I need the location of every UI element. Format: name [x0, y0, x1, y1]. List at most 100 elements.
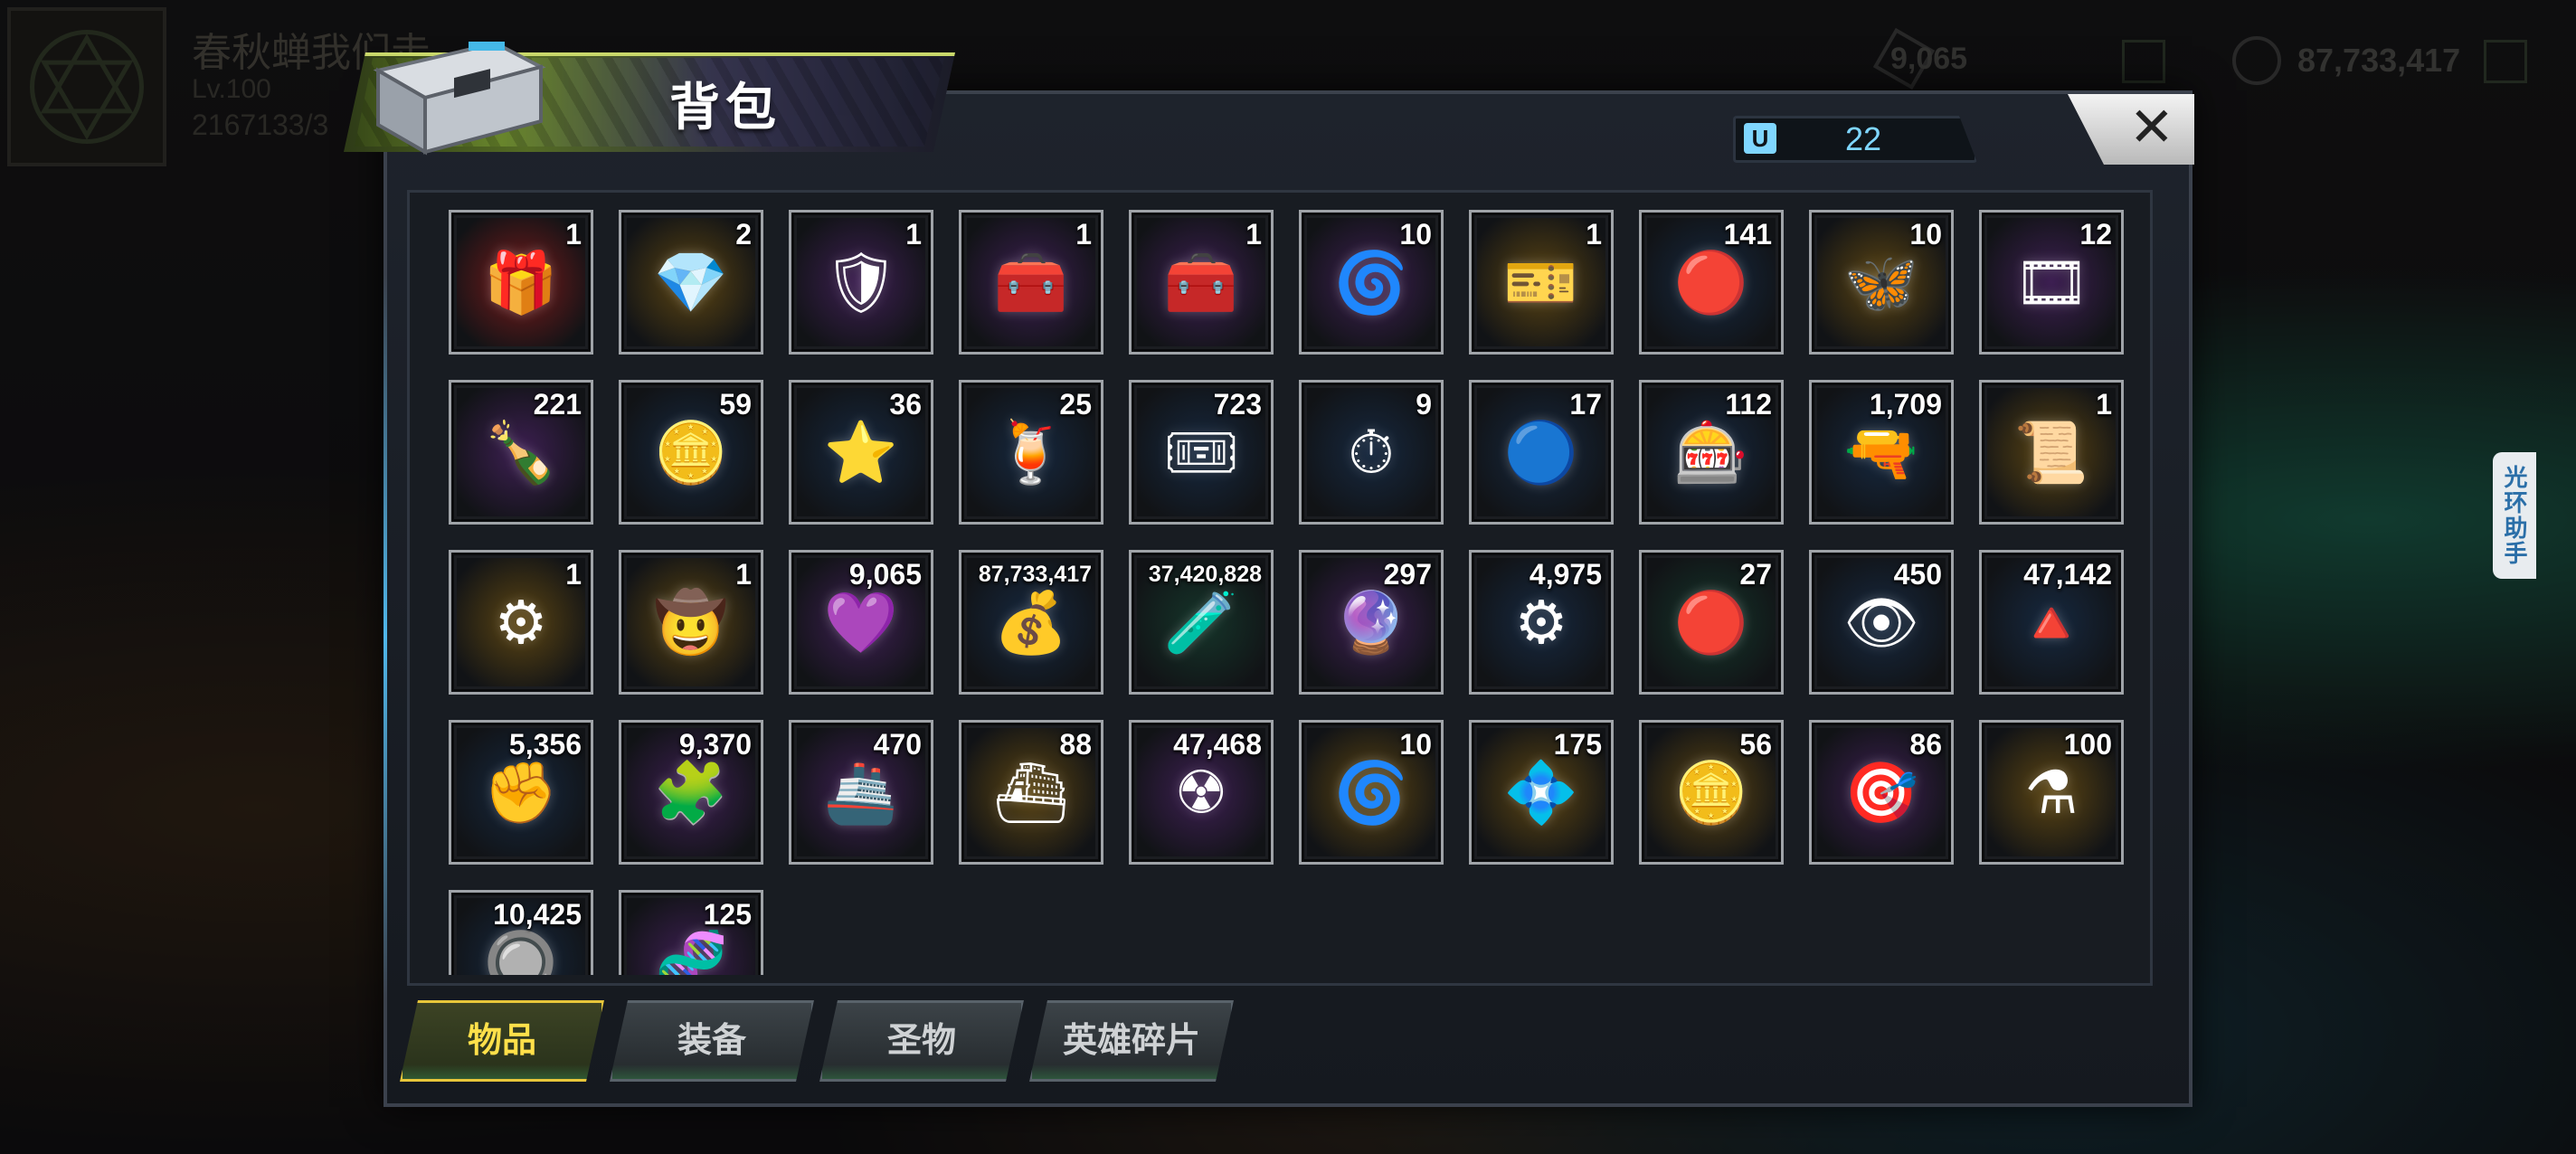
item-slot[interactable]: ☢ 47,468: [1129, 720, 1274, 865]
item-slot[interactable]: 🪙 59: [619, 380, 763, 525]
bag-tabs: 物品 装备 圣物 英雄碎片: [400, 1000, 1304, 1087]
item-slot[interactable]: 💎 2: [619, 210, 763, 355]
item-slot[interactable]: 🔵 17: [1469, 380, 1614, 525]
item-count: 25: [1059, 388, 1092, 421]
close-icon: ✕: [2128, 97, 2174, 157]
side-helper-tab[interactable]: 光环助手: [2493, 452, 2536, 579]
tab-items[interactable]: 物品: [400, 1000, 604, 1082]
item-slot[interactable]: 🎫 1: [1469, 210, 1614, 355]
item-count: 1: [1245, 218, 1262, 251]
item-count: 56: [1739, 728, 1772, 761]
item-count: 1: [565, 218, 582, 251]
item-icon: ⏱: [1348, 419, 1395, 486]
item-icon: 🤠: [653, 589, 729, 656]
item-slot[interactable]: 🔘 10,425: [449, 890, 593, 975]
item-slot[interactable]: 🦋 10: [1809, 210, 1954, 355]
item-slot[interactable]: 💠 175: [1469, 720, 1614, 865]
chest-icon: [373, 41, 546, 156]
item-icon: 🧰: [993, 249, 1069, 316]
item-count: 2: [735, 218, 752, 251]
item-grid-viewport[interactable]: 🎁 1 💎 2 🛡 1 🧰 1 🧰 1 🌀 10 🎫 1 🔴 141 🦋 10 🎞 12 🍾 221 🪙 59 ⭐ 36 🍹 25 🎟 7…: [425, 201, 2140, 975]
item-count: 112: [1725, 388, 1772, 421]
item-count: 36: [889, 388, 922, 421]
item-count: 9,370: [678, 728, 752, 761]
item-count: 47,142: [2023, 558, 2112, 591]
item-slot[interactable]: ⚙ 4,975: [1469, 550, 1614, 695]
item-slot[interactable]: 🎟 723: [1129, 380, 1274, 525]
item-slot[interactable]: 🧩 9,370: [619, 720, 763, 865]
item-slot[interactable]: ⚗ 100: [1979, 720, 2124, 865]
item-slot[interactable]: 📜 1: [1979, 380, 2124, 525]
item-count: 86: [1909, 728, 1942, 761]
item-slot[interactable]: 🌀 10: [1299, 720, 1444, 865]
item-slot[interactable]: 🧬 125: [619, 890, 763, 975]
item-icon: 💎: [653, 249, 729, 316]
item-slot[interactable]: 🪙 56: [1639, 720, 1784, 865]
item-slot[interactable]: ⏱ 9: [1299, 380, 1444, 525]
item-slot[interactable]: 🍾 221: [449, 380, 593, 525]
tab-label: 圣物: [886, 1022, 956, 1060]
item-slot[interactable]: ⛴ 88: [959, 720, 1103, 865]
item-count: 47,468: [1173, 728, 1262, 761]
item-slot[interactable]: 💜 9,065: [789, 550, 933, 695]
item-count: 1: [2096, 388, 2112, 421]
item-icon: 📜: [2013, 419, 2089, 486]
item-slot[interactable]: 🎰 112: [1639, 380, 1784, 525]
item-slot[interactable]: 🚢 470: [789, 720, 933, 865]
item-slot[interactable]: 🛡 1: [789, 210, 933, 355]
item-slot[interactable]: ✊ 5,356: [449, 720, 593, 865]
item-count: 9,065: [848, 558, 922, 591]
item-count: 1: [905, 218, 922, 251]
item-slot[interactable]: 💰 87,733,417: [959, 550, 1103, 695]
item-count: 723: [1213, 388, 1262, 421]
capacity-value: 22: [1844, 120, 1882, 157]
item-count: 37,420,828: [1148, 562, 1262, 587]
item-grid: 🎁 1 💎 2 🛡 1 🧰 1 🧰 1 🌀 10 🎫 1 🔴 141 🦋 10 🎞 12 🍾 221 🪙 59 ⭐ 36 🍹 25 🎟 7…: [449, 210, 2131, 975]
item-count: 4,975: [1529, 558, 1602, 591]
item-slot[interactable]: 🎯 86: [1809, 720, 1954, 865]
item-slot[interactable]: 🎁 1: [449, 210, 593, 355]
item-count: 125: [703, 898, 752, 931]
item-slot[interactable]: 🤠 1: [619, 550, 763, 695]
tab-relics[interactable]: 圣物: [819, 1000, 1024, 1082]
item-count: 87,733,417: [978, 562, 1092, 587]
item-count: 1: [565, 558, 582, 591]
item-slot[interactable]: ⭐ 36: [789, 380, 933, 525]
item-slot[interactable]: 👁 450: [1809, 550, 1954, 695]
item-count: 9: [1416, 388, 1432, 421]
item-slot[interactable]: 🔫 1,709: [1809, 380, 1954, 525]
item-slot[interactable]: 🧰 1: [1129, 210, 1274, 355]
item-slot[interactable]: 🔮 297: [1299, 550, 1444, 695]
item-slot[interactable]: 🌀 10: [1299, 210, 1444, 355]
item-slot[interactable]: 🔴 27: [1639, 550, 1784, 695]
item-slot[interactable]: 🧰 1: [959, 210, 1103, 355]
item-slot[interactable]: 🎞 12: [1979, 210, 2124, 355]
item-icon: 🎫: [1503, 249, 1579, 316]
tab-equipment[interactable]: 装备: [610, 1000, 814, 1082]
item-icon: 🎁: [483, 249, 559, 316]
tab-label: 装备: [677, 1022, 746, 1060]
item-count: 17: [1569, 388, 1602, 421]
item-count: 5,356: [508, 728, 582, 761]
item-slot[interactable]: 🧪 37,420,828: [1129, 550, 1274, 695]
item-slot[interactable]: 🔺 47,142: [1979, 550, 2124, 695]
item-count: 10: [1399, 218, 1432, 251]
item-count: 221: [533, 388, 582, 421]
tab-label: 英雄碎片: [1062, 1022, 1200, 1060]
item-count: 88: [1059, 728, 1092, 761]
item-count: 470: [873, 728, 922, 761]
item-slot[interactable]: ⚙ 1: [449, 550, 593, 695]
item-count: 12: [2079, 218, 2112, 251]
item-count: 1: [1586, 218, 1602, 251]
item-count: 59: [719, 388, 752, 421]
item-icon: 🛡: [823, 249, 899, 316]
item-slot[interactable]: 🔴 141: [1639, 210, 1784, 355]
item-icon: ⚙: [494, 589, 548, 656]
item-count: 10: [1909, 218, 1942, 251]
item-icon: 🧰: [1163, 249, 1239, 316]
item-slot[interactable]: 🍹 25: [959, 380, 1103, 525]
tab-hero-shards[interactable]: 英雄碎片: [1029, 1000, 1234, 1082]
item-count: 450: [1893, 558, 1942, 591]
item-count: 141: [1723, 218, 1772, 251]
item-count: 1: [1075, 218, 1092, 251]
